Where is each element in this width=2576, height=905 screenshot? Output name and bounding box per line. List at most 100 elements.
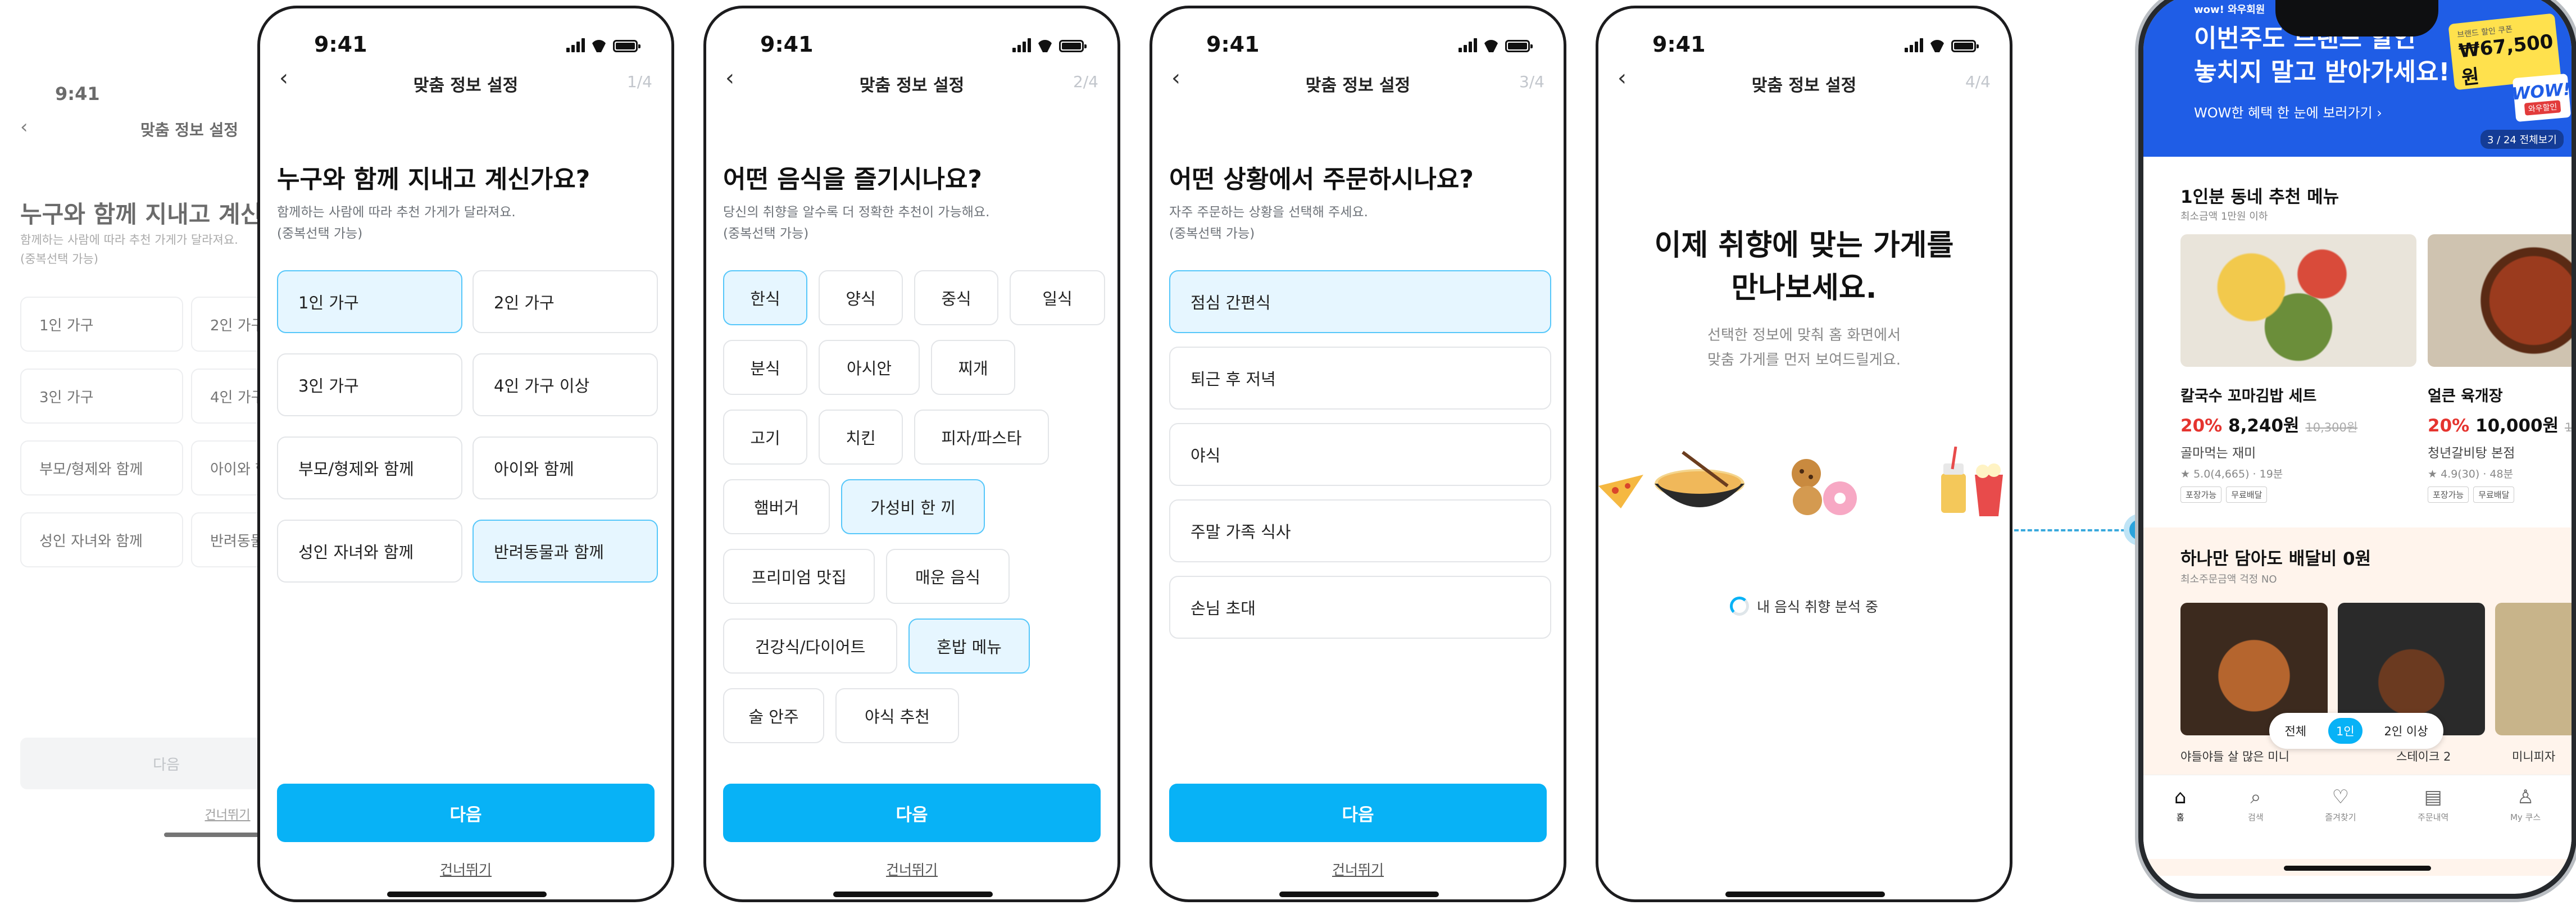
option-with-pets[interactable]: 반려동물과 함께: [473, 520, 658, 583]
tab-home[interactable]: ⌂ 홈: [2174, 788, 2187, 859]
bottom-tab-bar: ⌂ 홈 ⌕ 검색 ♡ 즐겨찾기 ▤ 주문내역 ♙ My 쿠스: [2143, 775, 2572, 859]
loading-label: 내 음식 취향 분석 중: [1757, 599, 1878, 615]
filter-2-plus[interactable]: 2인 이상: [2384, 722, 2428, 739]
heart-icon: ♡: [2332, 786, 2350, 808]
tab-my[interactable]: ♙ My 쿠스: [2510, 788, 2541, 859]
tab-favorites[interactable]: ♡ 즐겨찾기: [2325, 788, 2356, 859]
onboarding-screen-background: 9:41 ‹ 맞춤 정보 설정 누구와 함께 지내고 계신가요? 함께하는 사람…: [0, 66, 292, 842]
phone-step-2: 9:41 ‹ 맞춤 정보 설정 2/4 어떤 음식을 즐기시나요? 당신의 취향…: [703, 6, 1120, 902]
question-subtitle: 함께하는 사람에 따라 추천 가게가 달라져요. (중복선택 가능): [277, 205, 516, 241]
filter-1-person[interactable]: 1인: [2328, 718, 2363, 744]
section-subtitle: 최소주문금액 걱정 NO: [2180, 574, 2277, 585]
banner-link[interactable]: WOW한 혜택 한 눈에 보러가기 ›: [2194, 102, 2382, 121]
nav-title: 맞춤 정보 설정: [413, 76, 519, 95]
ramen-bowl-icon: [1655, 451, 1744, 507]
option-with-parents[interactable]: 부모/형제와 함께: [277, 436, 462, 499]
menu-card[interactable]: 칼국수 꼬마김밥 세트 20% 8,240원 10,300원 골마먹는 재미 ★…: [2180, 234, 2416, 503]
option-with-kids[interactable]: 아이와 함께: [473, 436, 658, 499]
result-description: 선택한 정보에 맞춰 홈 화면에서 맞춤 가게를 먼저 보여드릴게요.: [1707, 327, 1901, 369]
next-button[interactable]: 다음: [1169, 784, 1547, 842]
food-photo[interactable]: [2495, 603, 2572, 735]
food-option-meat[interactable]: 고기: [723, 410, 807, 465]
menu-card[interactable]: 얼큰 육개장 20% 10,000원 12, 청년갈비탕 본점 ★ 4.9(30…: [2428, 234, 2573, 503]
question-subtitle: 당신의 취향을 알수록 더 정확한 추천이 가능해요. (중복선택 가능): [723, 205, 990, 241]
result-title: 이제 취향에 맞는 가게를 만나보세요.: [1654, 229, 1954, 305]
food-option-healthy-diet[interactable]: 건강식/다이어트: [723, 619, 897, 674]
menu-name: 얼큰 육개장: [2428, 388, 2503, 405]
option-button[interactable]: 부모/형제와 함께: [20, 440, 183, 495]
next-button[interactable]: 다음: [723, 784, 1101, 842]
food-option-japanese[interactable]: 일식: [1010, 270, 1105, 325]
filter-all[interactable]: 전체: [2284, 722, 2306, 739]
battery-icon: [613, 40, 640, 52]
skip-link[interactable]: 건너뛰기: [706, 859, 1117, 879]
food-option-stew[interactable]: 찌개: [931, 340, 1015, 395]
drink-popcorn-icon: [1941, 447, 2003, 516]
food-option-premium[interactable]: 프리미엄 맛집: [723, 549, 875, 604]
tab-search[interactable]: ⌕ 검색: [2248, 788, 2264, 859]
food-option-burger[interactable]: 햄버거: [723, 479, 830, 534]
question-subtitle: 함께하는 사람에 따라 추천 가게가 달라져요. (중복선택 가능): [20, 233, 238, 266]
skip-link[interactable]: 건너뛰기: [260, 859, 671, 879]
food-option-bar-snacks[interactable]: 술 안주: [723, 688, 824, 743]
status-time: 9:41: [1206, 32, 1260, 57]
dynamic-island: [2275, 0, 2438, 37]
food-option-korean[interactable]: 한식: [723, 270, 807, 325]
signal-icon: [1905, 38, 1923, 52]
store-name: 청년갈비탕 본점: [2428, 446, 2515, 461]
food-option-snack[interactable]: 분식: [723, 340, 807, 395]
donut-icon: [1823, 481, 1857, 515]
food-option-pizza-pasta[interactable]: 피자/파스타: [914, 410, 1049, 465]
menu-price: 20% 8,240원 10,300원: [2180, 416, 2358, 436]
situation-option-lunch[interactable]: 점심 간편식: [1169, 270, 1551, 333]
menu-chips: 포장가능 무료배달: [2428, 486, 2572, 503]
tab-orders[interactable]: ▤ 주문내역: [2418, 788, 2448, 859]
back-arrow-icon[interactable]: ‹: [20, 116, 28, 138]
option-button[interactable]: 성인 자녀와 함께: [20, 512, 183, 567]
situation-option-family-weekend[interactable]: 주말 가족 식사: [1169, 499, 1551, 562]
option-1-person[interactable]: 1인 가구: [277, 270, 462, 333]
option-button[interactable]: 1인 가구: [20, 297, 183, 352]
question-title: 어떤 음식을 즐기시나요?: [723, 165, 982, 194]
option-3-person[interactable]: 3인 가구: [277, 353, 462, 416]
situation-option-guests[interactable]: 손님 초대: [1169, 576, 1551, 639]
next-button-disabled[interactable]: 다음: [20, 738, 292, 789]
wow-badge: WOW! 와우할인: [2511, 73, 2572, 122]
question-subtitle: 자주 주문하는 상황을 선택해 주세요. (중복선택 가능): [1169, 205, 1368, 241]
food-option-chicken[interactable]: 치킨: [819, 410, 903, 465]
menu-price: 20% 10,000원 12,: [2428, 416, 2573, 436]
step-indicator: 3/4: [1519, 72, 1544, 91]
next-button[interactable]: 다음: [277, 784, 655, 842]
option-with-adult-children[interactable]: 성인 자녀와 함께: [277, 520, 462, 583]
battery-icon: [1505, 40, 1533, 52]
food-option-asian[interactable]: 아시안: [819, 340, 920, 395]
option-4-plus[interactable]: 4인 가구 이상: [473, 353, 658, 416]
skip-link[interactable]: 건너뛰기: [1152, 859, 1564, 879]
situation-option-late-night[interactable]: 야식: [1169, 423, 1551, 486]
household-filter-toggle[interactable]: 전체 1인 2인 이상: [2269, 713, 2443, 749]
app-home-phone: wow! 와우회원 이번주도 브랜드 할인 놓치지 말고 받아가세요! WOW한 …: [2138, 0, 2576, 899]
menu-chips: 포장가능 무료배달: [2180, 486, 2416, 503]
option-2-person[interactable]: 2인 가구: [473, 270, 658, 333]
question-title: 누구와 함께 지내고 계신가요?: [277, 165, 590, 194]
menu-name: 칼국수 꼬마김밥 세트: [2180, 388, 2317, 405]
food-option-spicy[interactable]: 매운 음식: [886, 549, 1010, 604]
loading-indicator: 내 음식 취향 분석 중: [1598, 596, 2010, 616]
home-indicator: [833, 892, 993, 897]
signal-icon: [566, 38, 585, 52]
step-indicator: 4/4: [1965, 72, 1991, 91]
home-indicator: [387, 892, 547, 897]
food-option-western[interactable]: 양식: [819, 270, 903, 325]
situation-option-after-work[interactable]: 퇴근 후 저녁: [1169, 347, 1551, 410]
wifi-icon: [1483, 39, 1500, 52]
status-time: 9:41: [1652, 32, 1706, 57]
food-option-solo-meal[interactable]: 혼밥 메뉴: [908, 619, 1030, 674]
food-caption: 미니피자: [2512, 750, 2556, 763]
food-option-chinese[interactable]: 중식: [914, 270, 998, 325]
banner-pager[interactable]: 3 / 24 전체보기: [2480, 130, 2564, 149]
option-button[interactable]: 3인 가구: [20, 369, 183, 424]
section-title: 1인분 동네 추천 메뉴: [2180, 187, 2339, 207]
signal-icon: [1459, 38, 1477, 52]
food-option-value-meal[interactable]: 가성비 한 끼: [841, 479, 985, 534]
food-option-late-night[interactable]: 야식 추천: [835, 688, 959, 743]
